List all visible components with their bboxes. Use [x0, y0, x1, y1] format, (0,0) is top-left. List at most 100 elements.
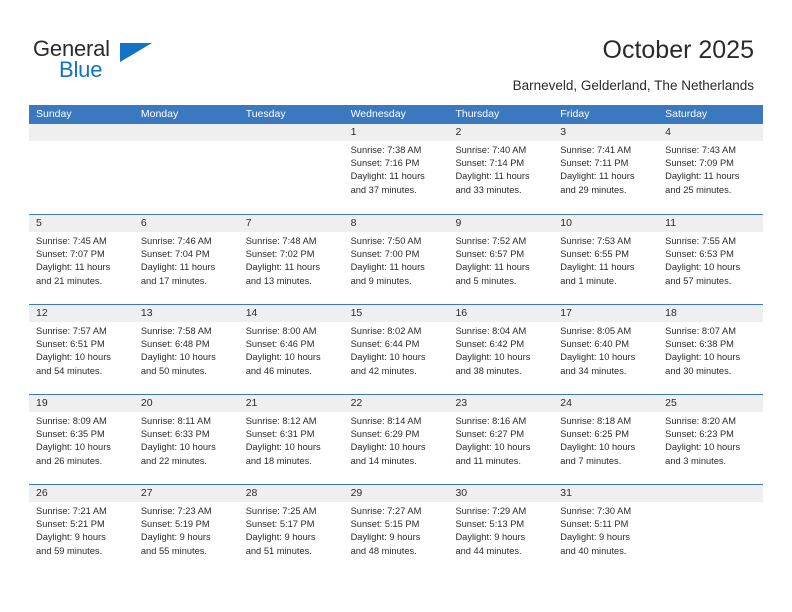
- calendar-day-cell[interactable]: 7 Sunrise: 7:48 AM Sunset: 7:02 PM Daylight…: [238, 215, 344, 304]
- day-number: 9: [448, 215, 554, 232]
- day-details: Sunrise: 7:38 AM Sunset: 7:16 PM Daylight:…: [344, 141, 449, 197]
- calendar-day-cell[interactable]: 5 Sunrise: 7:45 AM Sunset: 7:07 PM Daylight…: [29, 215, 134, 304]
- day-detail-daylight2: and 29 minutes.: [560, 184, 627, 195]
- brand-logo[interactable]: General Blue: [33, 36, 213, 86]
- calendar-day-cell[interactable]: 12 Sunrise: 7:57 AM Sunset: 6:51 PM Dayligh…: [29, 305, 134, 394]
- day-detail-sunrise: Sunrise: 7:57 AM: [36, 326, 107, 336]
- calendar-day-cell[interactable]: 8 Sunrise: 7:50 AM Sunset: 7:00 PM Daylight…: [343, 215, 449, 304]
- day-details: Sunrise: 7:48 AM Sunset: 7:02 PM Daylight:…: [239, 232, 344, 288]
- day-detail-sunrise: Sunrise: 7:53 AM: [560, 236, 632, 246]
- day-detail-daylight1: Daylight: 9 hours: [245, 532, 316, 543]
- calendar-day-cell[interactable]: 3 Sunrise: 7:41 AM Sunset: 7:11 PM Daylight…: [553, 124, 659, 214]
- calendar-day-cell-empty: [238, 124, 344, 214]
- day-details: Sunrise: 8:07 AM Sunset: 6:38 PM Daylight:…: [658, 322, 763, 378]
- day-detail-daylight1: Daylight: 10 hours: [455, 352, 531, 363]
- day-detail-daylight1: Daylight: 10 hours: [350, 352, 426, 363]
- calendar-day-cell[interactable]: 11 Sunrise: 7:55 AM Sunset: 6:53 PM Dayligh…: [658, 215, 764, 304]
- day-detail-sunset: Sunset: 7:14 PM: [455, 158, 525, 169]
- day-detail-sunrise: Sunrise: 8:16 AM: [455, 416, 527, 426]
- day-detail-daylight2: and 44 minutes.: [455, 545, 522, 556]
- day-number: 22: [343, 395, 449, 412]
- weekday-header-monday: Monday: [140, 108, 179, 120]
- day-detail-sunset: Sunset: 6:33 PM: [140, 429, 210, 440]
- calendar-day-cell[interactable]: 13 Sunrise: 7:58 AM Sunset: 6:48 PM Dayligh…: [133, 305, 239, 394]
- calendar-day-cell[interactable]: 4 Sunrise: 7:43 AM Sunset: 7:09 PM Daylight…: [658, 124, 764, 214]
- day-details: Sunrise: 8:18 AM Sunset: 6:25 PM Daylight:…: [553, 412, 658, 468]
- day-number: 2: [448, 124, 554, 141]
- day-detail-daylight1: Daylight: 11 hours: [36, 262, 111, 273]
- day-number: 10: [553, 215, 659, 232]
- day-detail-sunrise: Sunrise: 7:48 AM: [245, 236, 317, 246]
- calendar-day-cell[interactable]: 26 Sunrise: 7:21 AM Sunset: 5:21 PM Dayligh…: [29, 485, 134, 574]
- day-details: Sunrise: 7:55 AM Sunset: 6:53 PM Daylight:…: [658, 232, 763, 288]
- calendar-day-cell[interactable]: 10 Sunrise: 7:53 AM Sunset: 6:55 PM Dayligh…: [553, 215, 659, 304]
- day-detail-daylight2: and 7 minutes.: [560, 455, 622, 466]
- day-detail-sunset: Sunset: 5:11 PM: [560, 519, 629, 530]
- day-detail-sunset: Sunset: 6:35 PM: [36, 429, 105, 440]
- calendar-day-cell[interactable]: 9 Sunrise: 7:52 AM Sunset: 6:57 PM Daylight…: [448, 215, 554, 304]
- day-detail-sunset: Sunset: 6:46 PM: [245, 339, 315, 350]
- day-number: 17: [553, 305, 659, 322]
- day-details: Sunrise: 7:43 AM Sunset: 7:09 PM Daylight:…: [658, 141, 763, 197]
- day-number: 4: [658, 124, 764, 141]
- calendar-day-cell[interactable]: 27 Sunrise: 7:23 AM Sunset: 5:19 PM Dayligh…: [133, 485, 239, 574]
- day-detail-sunset: Sunset: 6:40 PM: [560, 339, 630, 350]
- day-number: 27: [133, 485, 239, 502]
- calendar-day-cell[interactable]: 19 Sunrise: 8:09 AM Sunset: 6:35 PM Dayligh…: [29, 395, 134, 484]
- day-detail-daylight1: Daylight: 10 hours: [36, 442, 111, 453]
- calendar-day-cell[interactable]: 16 Sunrise: 8:04 AM Sunset: 6:42 PM Dayligh…: [448, 305, 554, 394]
- calendar-day-cell[interactable]: 25 Sunrise: 8:20 AM Sunset: 6:23 PM Dayligh…: [658, 395, 764, 484]
- day-details: Sunrise: 7:21 AM Sunset: 5:21 PM Daylight:…: [29, 502, 134, 558]
- day-detail-daylight1: Daylight: 9 hours: [350, 532, 421, 543]
- calendar-day-cell[interactable]: 23 Sunrise: 8:16 AM Sunset: 6:27 PM Dayligh…: [448, 395, 554, 484]
- day-number: 19: [29, 395, 134, 412]
- calendar-day-cell[interactable]: 18 Sunrise: 8:07 AM Sunset: 6:38 PM Dayligh…: [658, 305, 764, 394]
- day-detail-daylight2: and 13 minutes.: [245, 275, 312, 286]
- day-details: Sunrise: 7:57 AM Sunset: 6:51 PM Daylight:…: [29, 322, 134, 378]
- day-detail-sunrise: Sunrise: 7:27 AM: [350, 506, 422, 516]
- calendar-day-cell[interactable]: 29 Sunrise: 7:27 AM Sunset: 5:15 PM Dayligh…: [343, 485, 449, 574]
- day-detail-sunset: Sunset: 6:31 PM: [245, 429, 315, 440]
- day-number: 11: [658, 215, 764, 232]
- day-detail-daylight2: and 42 minutes.: [350, 365, 417, 376]
- day-detail-sunrise: Sunrise: 8:00 AM: [245, 326, 317, 336]
- day-number: 20: [133, 395, 239, 412]
- day-number: 3: [553, 124, 659, 141]
- calendar-day-cell[interactable]: 1 Sunrise: 7:38 AM Sunset: 7:16 PM Daylight…: [343, 124, 449, 214]
- calendar-day-cell[interactable]: 31 Sunrise: 7:30 AM Sunset: 5:11 PM Dayligh…: [553, 485, 659, 574]
- day-details: Sunrise: 7:53 AM Sunset: 6:55 PM Daylight:…: [553, 232, 658, 288]
- calendar-day-cell-empty: [133, 124, 239, 214]
- day-detail-daylight1: Daylight: 11 hours: [665, 171, 740, 182]
- calendar-day-cell[interactable]: 15 Sunrise: 8:02 AM Sunset: 6:44 PM Dayligh…: [343, 305, 449, 394]
- calendar-day-cell[interactable]: 20 Sunrise: 8:11 AM Sunset: 6:33 PM Dayligh…: [133, 395, 239, 484]
- day-detail-daylight2: and 46 minutes.: [245, 365, 312, 376]
- day-detail-daylight1: Daylight: 11 hours: [455, 171, 530, 182]
- day-detail-sunset: Sunset: 7:02 PM: [245, 249, 315, 260]
- page-subtitle-location: Barneveld, Gelderland, The Netherlands: [512, 78, 754, 93]
- day-detail-daylight2: and 1 minute.: [560, 275, 617, 286]
- day-detail-sunrise: Sunrise: 7:41 AM: [560, 145, 632, 155]
- day-detail-daylight2: and 33 minutes.: [455, 184, 522, 195]
- day-detail-daylight2: and 55 minutes.: [140, 545, 208, 556]
- calendar-day-cell[interactable]: 6 Sunrise: 7:46 AM Sunset: 7:04 PM Daylight…: [133, 215, 239, 304]
- day-detail-sunset: Sunset: 6:38 PM: [665, 339, 734, 350]
- calendar-day-cell[interactable]: 2 Sunrise: 7:40 AM Sunset: 7:14 PM Daylight…: [448, 124, 554, 214]
- weekday-header-friday: Friday: [560, 108, 590, 120]
- day-details: Sunrise: 7:23 AM Sunset: 5:19 PM Daylight:…: [134, 502, 239, 558]
- calendar-day-cell[interactable]: 30 Sunrise: 7:29 AM Sunset: 5:13 PM Dayligh…: [448, 485, 554, 574]
- day-number: 5: [29, 215, 134, 232]
- calendar-day-cell[interactable]: 22 Sunrise: 8:14 AM Sunset: 6:29 PM Dayligh…: [343, 395, 449, 484]
- day-details: Sunrise: 8:02 AM Sunset: 6:44 PM Daylight:…: [344, 322, 449, 378]
- weekday-header-sunday: Sunday: [36, 108, 72, 120]
- day-detail-sunrise: Sunrise: 7:30 AM: [560, 506, 632, 516]
- calendar-day-cell[interactable]: 21 Sunrise: 8:12 AM Sunset: 6:31 PM Dayligh…: [238, 395, 344, 484]
- calendar-day-cell[interactable]: 14 Sunrise: 8:00 AM Sunset: 6:46 PM Dayligh…: [238, 305, 344, 394]
- day-detail-sunset: Sunset: 5:13 PM: [455, 519, 525, 530]
- calendar-day-cell[interactable]: 28 Sunrise: 7:25 AM Sunset: 5:17 PM Dayligh…: [238, 485, 344, 574]
- day-detail-daylight1: Daylight: 11 hours: [455, 262, 530, 273]
- day-detail-daylight1: Daylight: 9 hours: [140, 532, 211, 543]
- day-detail-sunset: Sunset: 5:21 PM: [36, 519, 105, 530]
- calendar-day-cell[interactable]: 24 Sunrise: 8:18 AM Sunset: 6:25 PM Dayligh…: [553, 395, 659, 484]
- calendar-day-cell[interactable]: 17 Sunrise: 8:05 AM Sunset: 6:40 PM Dayligh…: [553, 305, 659, 394]
- day-detail-sunrise: Sunrise: 8:14 AM: [350, 416, 422, 426]
